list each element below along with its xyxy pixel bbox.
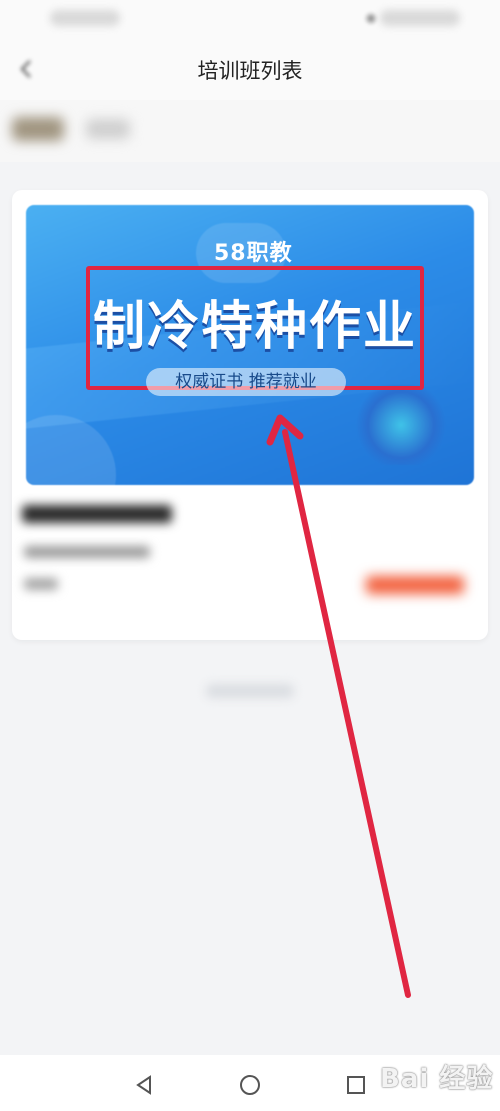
square-recent-icon[interactable] xyxy=(344,1073,368,1097)
filter-bar xyxy=(0,100,500,162)
watermark: Bai 经验 xyxy=(380,1064,494,1094)
course-price-blurred xyxy=(366,576,464,594)
banner-slogan: 权威证书 推荐就业 xyxy=(146,368,346,396)
course-subtitle-blurred xyxy=(24,546,150,558)
triangle-back-icon[interactable] xyxy=(132,1073,156,1097)
nav-bar: 培训班列表 xyxy=(0,38,500,100)
eye-icon: ◉ xyxy=(364,10,378,26)
status-indicators-blurred xyxy=(380,10,460,26)
banner-brand: 58职教 xyxy=(214,241,293,266)
course-title-blurred xyxy=(22,505,172,523)
status-bar: ◉ xyxy=(0,0,500,38)
status-time-blurred xyxy=(50,10,120,26)
banner-headline: 制冷特种作业 xyxy=(92,297,417,357)
banner-decoration xyxy=(26,415,116,485)
filter-tab-blurred[interactable] xyxy=(86,119,130,139)
banner-graphic xyxy=(356,385,446,465)
page-title: 培训班列表 xyxy=(197,59,303,83)
circle-home-icon[interactable] xyxy=(238,1073,262,1097)
list-end-hint-blurred xyxy=(206,684,294,698)
course-meta-blurred xyxy=(24,578,58,590)
filter-tab-selected-blurred[interactable] xyxy=(12,117,64,141)
